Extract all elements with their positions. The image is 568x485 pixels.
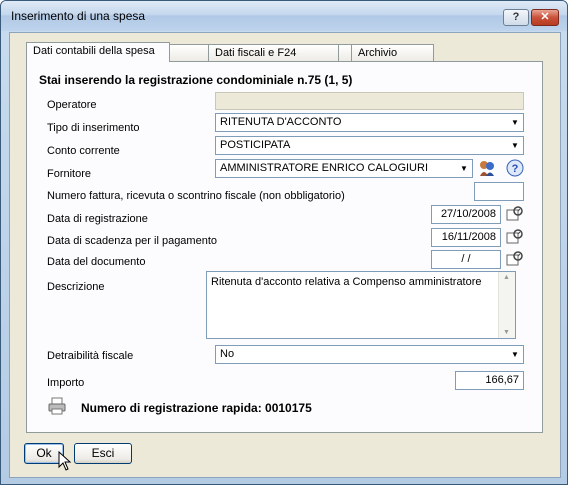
- importo-label: Importo: [47, 377, 85, 389]
- tipo-inserimento-value: RITENUTA D'ACCONTO: [220, 116, 342, 128]
- descrizione-text: Ritenuta d'acconto relativa a Compenso a…: [211, 276, 482, 288]
- chevron-down-icon[interactable]: ▼: [507, 114, 523, 131]
- calendar-icon[interactable]: [504, 227, 524, 247]
- registration-heading: Stai inserendo la registrazione condomin…: [39, 73, 353, 87]
- help-button[interactable]: ?: [503, 9, 529, 26]
- mouse-cursor-icon: [58, 450, 72, 474]
- conto-corrente-value: POSTICIPATA: [220, 139, 291, 151]
- tipo-inserimento-label: Tipo di inserimento: [47, 122, 140, 134]
- scroll-up-icon[interactable]: ▲: [503, 274, 510, 281]
- descrizione-scrollbar[interactable]: ▲ ▼: [498, 272, 515, 338]
- detraibilita-value: No: [220, 348, 235, 360]
- data-registrazione-label: Data di registrazione: [47, 213, 148, 225]
- window-title: Inserimento di una spesa: [11, 9, 146, 23]
- data-documento-label: Data del documento: [47, 256, 146, 268]
- fornitore-select[interactable]: AMMINISTRATORE ENRICO CALOGIURI ▼: [215, 159, 473, 178]
- chevron-down-icon[interactable]: ▼: [507, 346, 523, 363]
- calendar-icon[interactable]: [504, 204, 524, 224]
- tab-archivio-digitale[interactable]: Archivio digitale: [351, 44, 434, 76]
- fornitore-label: Fornitore: [47, 168, 92, 180]
- conto-corrente-select[interactable]: POSTICIPATA ▼: [215, 136, 524, 155]
- scroll-down-icon[interactable]: ▼: [503, 329, 510, 336]
- calendar-icon[interactable]: [504, 249, 524, 269]
- tab-dati-fiscali[interactable]: Dati fiscali e F24: [208, 44, 339, 61]
- tipo-inserimento-select[interactable]: RITENUTA D'ACCONTO ▼: [215, 113, 524, 132]
- chevron-down-icon[interactable]: ▼: [507, 137, 523, 154]
- dialog-client: Dati contabili della spesa Dati fiscali …: [9, 32, 561, 478]
- data-scadenza-input[interactable]: 16/11/2008: [431, 228, 501, 247]
- dialog-window: Inserimento di una spesa ? ✕ Dati contab…: [0, 0, 568, 485]
- descrizione-label: Descrizione: [47, 281, 105, 293]
- data-documento-input[interactable]: / /: [431, 250, 501, 269]
- operatore-field[interactable]: [215, 92, 524, 110]
- detraibilita-select[interactable]: No ▼: [215, 345, 524, 364]
- chevron-down-icon[interactable]: ▼: [456, 160, 472, 177]
- printer-icon[interactable]: [46, 395, 68, 417]
- operatore-label: Operatore: [47, 99, 97, 111]
- detraibilita-label: Detraibilità fiscale: [47, 350, 134, 362]
- tab-dati-contabili[interactable]: Dati contabili della spesa: [26, 42, 170, 62]
- tab-blank-1[interactable]: [169, 44, 209, 61]
- fornitore-users-icon[interactable]: [477, 158, 497, 178]
- data-registrazione-input[interactable]: 27/10/2008: [431, 205, 501, 224]
- data-scadenza-label: Data di scadenza per il pagamento: [47, 235, 217, 247]
- importo-input[interactable]: 166,67: [455, 371, 524, 390]
- title-bar: Inserimento di una spesa ? ✕: [1, 1, 567, 31]
- conto-corrente-label: Conto corrente: [47, 145, 120, 157]
- descrizione-textarea[interactable]: Ritenuta d'acconto relativa a Compenso a…: [206, 271, 516, 339]
- svg-text:?: ?: [512, 163, 519, 175]
- esci-button[interactable]: Esci: [74, 443, 132, 464]
- close-button[interactable]: ✕: [531, 9, 559, 26]
- tab-blank-2[interactable]: [338, 44, 352, 61]
- registrazione-rapida-text: Numero di registrazione rapida: 0010175: [81, 401, 312, 415]
- numero-fattura-input[interactable]: [474, 182, 524, 201]
- fornitore-help-icon[interactable]: ?: [505, 158, 525, 178]
- numero-fattura-label: Numero fattura, ricevuta o scontrino fis…: [47, 190, 345, 202]
- fornitore-value: AMMINISTRATORE ENRICO CALOGIURI: [220, 162, 429, 174]
